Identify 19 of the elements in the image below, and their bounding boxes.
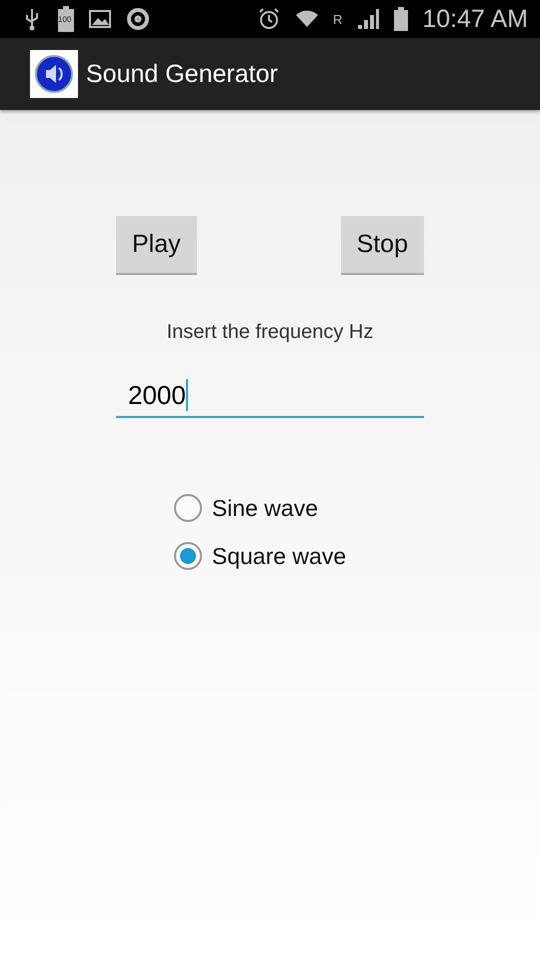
- alarm-icon: [256, 7, 281, 31]
- app-title: Sound Generator: [86, 60, 278, 88]
- radio-button[interactable]: [174, 542, 202, 570]
- play-button[interactable]: Play: [116, 216, 197, 275]
- frequency-label: Insert the frequency Hz: [166, 321, 374, 344]
- roaming-indicator: R: [332, 12, 342, 26]
- clock-time: 10:47 AM: [422, 4, 528, 34]
- circle-logo-icon: [126, 7, 150, 31]
- radio-label: Square wave: [212, 542, 346, 570]
- signal-icon: [356, 7, 380, 31]
- radio-button[interactable]: [174, 494, 202, 522]
- image-icon: [88, 7, 112, 31]
- stop-button[interactable]: Stop: [340, 216, 424, 275]
- radio-label: Sine wave: [212, 494, 318, 522]
- battery-icon: [58, 6, 74, 32]
- battery-level-text: 100: [58, 15, 72, 24]
- battery-icon: [394, 7, 408, 31]
- frequency-input[interactable]: 2000: [116, 374, 424, 418]
- speaker-logo-icon: [30, 50, 78, 98]
